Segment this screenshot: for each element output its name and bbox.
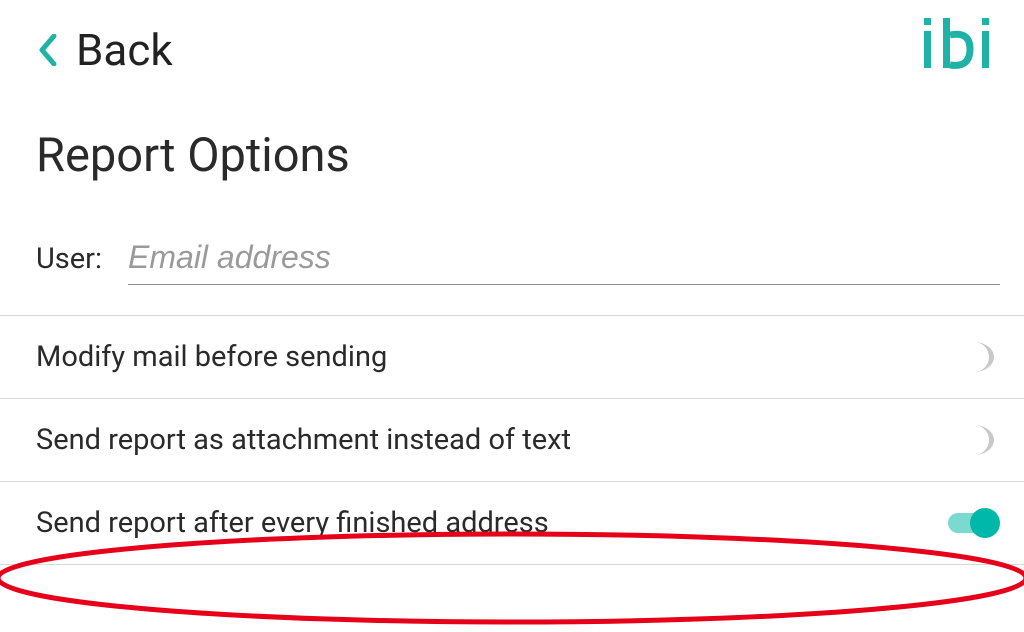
toggle-modify-mail[interactable] (970, 342, 1000, 372)
logo (920, 18, 994, 82)
option-modify-mail[interactable]: Modify mail before sending (0, 315, 1024, 399)
page-title: Report Options (0, 100, 1024, 183)
toggle-send-after-address[interactable] (948, 508, 1000, 538)
option-label: Send report as attachment instead of tex… (36, 423, 571, 457)
chevron-left-icon (38, 34, 58, 66)
user-row: User: (0, 235, 1024, 285)
back-button[interactable]: Back (38, 24, 173, 76)
option-send-after-address[interactable]: Send report after every finished address (0, 481, 1024, 565)
option-label: Modify mail before sending (36, 340, 387, 374)
toggle-thumb (970, 508, 1000, 538)
toggle-send-attachment[interactable] (970, 425, 1000, 455)
header: Back (0, 0, 1024, 100)
back-label: Back (76, 24, 173, 76)
option-send-attachment[interactable]: Send report as attachment instead of tex… (0, 398, 1024, 482)
user-label: User: (36, 242, 102, 276)
option-label: Send report after every finished address (36, 506, 549, 540)
email-field[interactable] (128, 235, 1000, 285)
